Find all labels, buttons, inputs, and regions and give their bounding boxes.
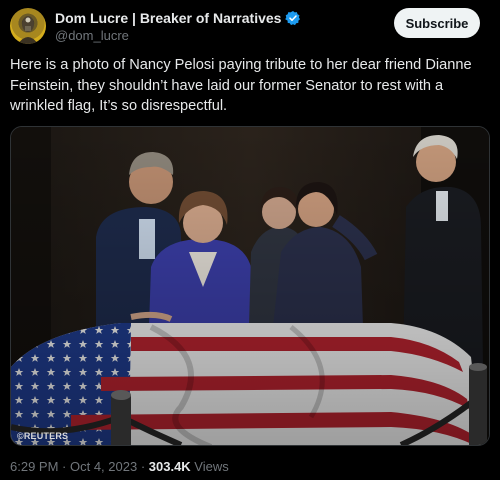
tweet-meta: 6:29 PM · Oct 4, 2023 · 303.4K Views — [10, 459, 229, 474]
tweet-time[interactable]: 6:29 PM — [10, 459, 58, 474]
handle[interactable]: @dom_lucre — [55, 28, 129, 43]
photo-credit: ©REUTERS — [17, 431, 69, 441]
tweet-date[interactable]: Oct 4, 2023 — [70, 459, 137, 474]
subscribe-button[interactable]: Subscribe — [394, 8, 480, 38]
avatar[interactable] — [10, 8, 46, 44]
tweet-photo[interactable]: ©REUTERS — [10, 126, 490, 446]
meta-separator-2: · — [137, 459, 149, 474]
views-label: Views — [190, 459, 229, 474]
verified-badge-icon — [285, 10, 301, 26]
meta-separator: · — [58, 459, 70, 474]
photo-illustration — [11, 127, 489, 445]
tweet-text: Here is a photo of Nancy Pelosi paying t… — [10, 57, 472, 114]
tweet-header: Dom Lucre | Breaker of Narratives @dom_l… — [10, 6, 490, 46]
display-name[interactable]: Dom Lucre | Breaker of Narratives — [55, 10, 281, 26]
views-count: 303.4K — [148, 459, 191, 474]
